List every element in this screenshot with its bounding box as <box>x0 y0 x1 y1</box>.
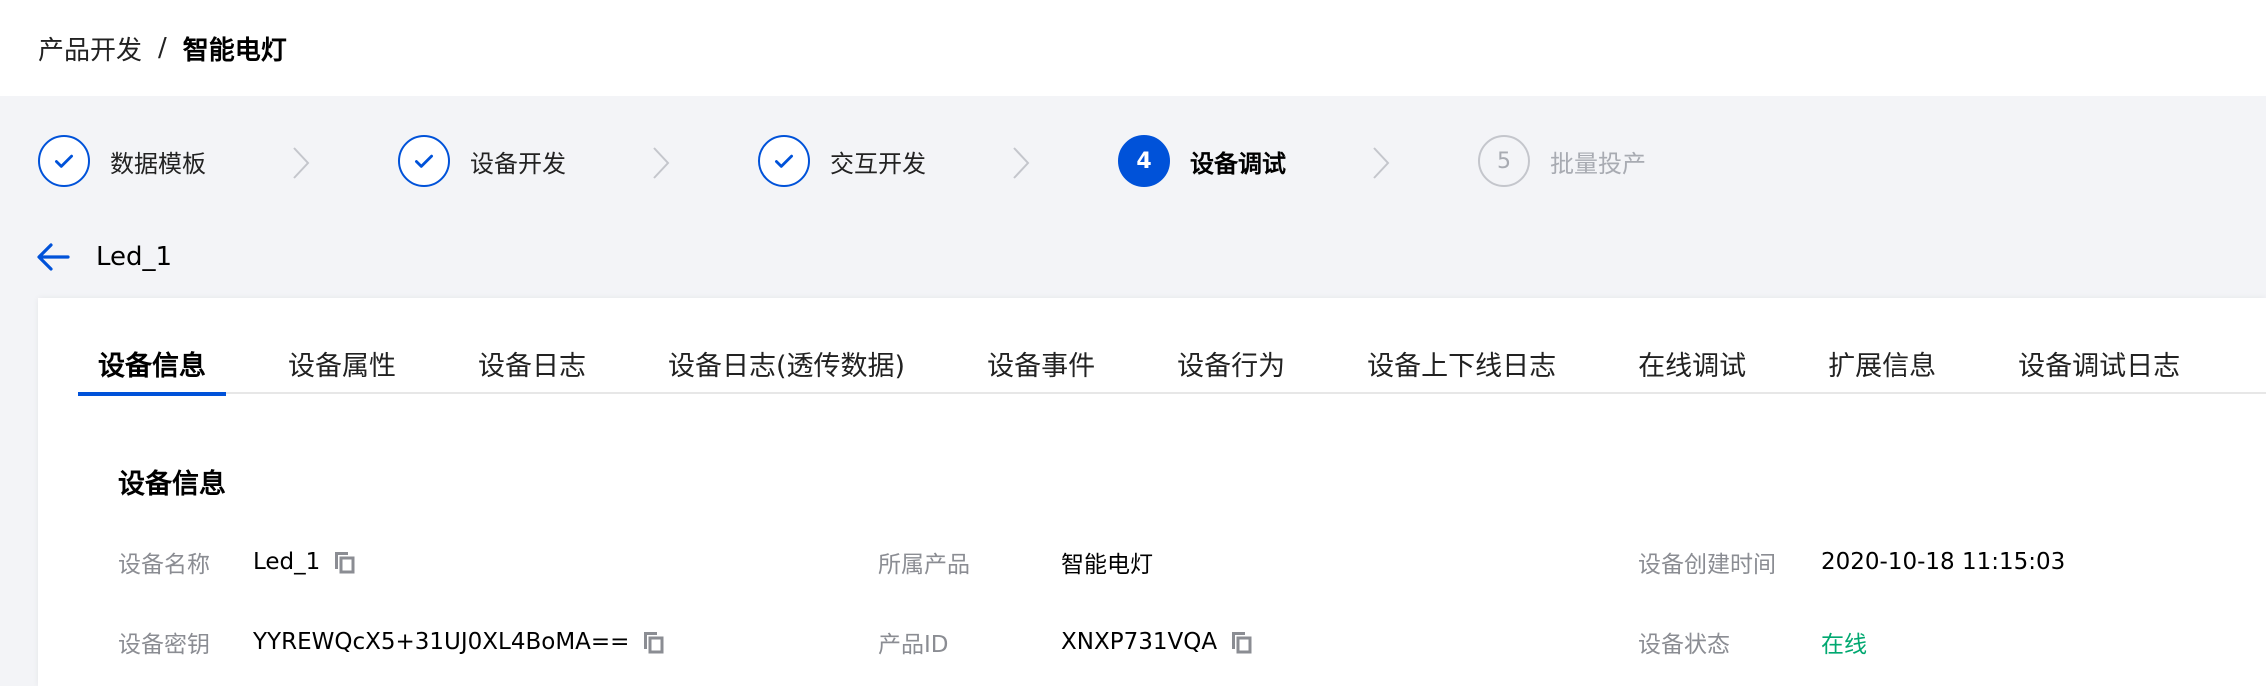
step-number: 5 <box>1478 135 1530 187</box>
breadcrumb-current: 智能电灯 <box>182 35 287 66</box>
tab-device-log[interactable]: 设备日志 <box>458 342 606 394</box>
step-data-template[interactable]: 数据模板 <box>38 134 206 188</box>
chevron-right-icon <box>293 147 310 179</box>
chevron-right-icon <box>1013 147 1030 179</box>
step-mass-production[interactable]: 5 批量投产 <box>1478 134 1646 188</box>
field-label: 产品ID <box>878 632 949 658</box>
tab-device-actions[interactable]: 设备行为 <box>1157 342 1305 394</box>
field-device-secret: 设备密钥 YYREWQcX5+31UJ0XL4BoMA== <box>118 624 664 660</box>
step-label: 数据模板 <box>110 149 206 178</box>
tab-bar: 设备信息 设备属性 设备日志 设备日志(透传数据) 设备事件 设备行为 设备上下… <box>78 342 2266 396</box>
check-icon <box>758 135 810 187</box>
device-card: 设备信息 设备属性 设备日志 设备日志(透传数据) 设备事件 设备行为 设备上下… <box>38 298 2266 686</box>
progress-stepper: 数据模板 设备开发 交互开发 4 设备调试 5 批量投产 <box>0 96 2266 226</box>
device-secret-value: YYREWQcX5+31UJ0XL4BoMA== <box>253 629 630 655</box>
check-icon <box>38 135 90 187</box>
field-product-id: 产品ID XNXP731VQA <box>878 624 1252 660</box>
step-device-debug[interactable]: 4 设备调试 <box>1118 134 1286 188</box>
field-label: 设备名称 <box>118 552 210 578</box>
section-title: 设备信息 <box>118 469 226 500</box>
tab-device-events[interactable]: 设备事件 <box>967 342 1115 394</box>
field-device-name: 设备名称 Led_1 <box>118 544 355 580</box>
copy-icon[interactable] <box>332 549 356 575</box>
copy-icon[interactable] <box>641 629 665 655</box>
field-label: 所属产品 <box>878 552 970 578</box>
field-created-time: 设备创建时间 2020-10-18 11:15:03 <box>1638 544 2065 580</box>
breadcrumb-parent[interactable]: 产品开发 <box>38 30 142 67</box>
step-label: 批量投产 <box>1550 149 1646 178</box>
tab-extended-info[interactable]: 扩展信息 <box>1808 342 1956 394</box>
step-label: 设备开发 <box>470 149 566 178</box>
tab-online-debug[interactable]: 在线调试 <box>1618 342 1766 394</box>
tab-debug-log[interactable]: 设备调试日志 <box>1998 342 2200 394</box>
chevron-right-icon <box>653 147 670 179</box>
device-name-value: Led_1 <box>253 549 321 575</box>
created-time-value: 2020-10-18 11:15:03 <box>1821 549 2066 575</box>
field-label: 设备创建时间 <box>1638 552 1776 578</box>
status-badge: 在线 <box>1821 632 1867 658</box>
arrow-left-icon[interactable] <box>36 242 70 272</box>
step-device-dev[interactable]: 设备开发 <box>398 134 566 188</box>
product-id-value: XNXP731VQA <box>1061 629 1218 655</box>
tab-device-log-passthrough[interactable]: 设备日志(透传数据) <box>648 342 925 394</box>
field-label: 设备状态 <box>1638 632 1730 658</box>
breadcrumb: 产品开发 / 智能电灯 <box>0 0 2266 96</box>
step-label: 交互开发 <box>830 149 926 178</box>
tab-online-offline-log[interactable]: 设备上下线日志 <box>1347 342 1576 394</box>
check-icon <box>398 135 450 187</box>
device-header: Led_1 <box>0 226 2266 288</box>
product-value[interactable]: 智能电灯 <box>1061 545 1153 579</box>
copy-icon[interactable] <box>1229 629 1253 655</box>
device-title: Led_1 <box>96 242 173 272</box>
tab-device-info[interactable]: 设备信息 <box>78 342 226 396</box>
chevron-right-icon <box>1373 147 1390 179</box>
breadcrumb-separator: / <box>158 33 167 63</box>
tab-device-properties[interactable]: 设备属性 <box>268 342 416 394</box>
step-interaction-dev[interactable]: 交互开发 <box>758 134 926 188</box>
field-label: 设备密钥 <box>118 632 210 658</box>
step-label: 设备调试 <box>1190 149 1286 178</box>
field-product: 所属产品 智能电灯 <box>878 544 1153 580</box>
step-number: 4 <box>1118 135 1170 187</box>
field-device-status: 设备状态 在线 <box>1638 624 1867 660</box>
